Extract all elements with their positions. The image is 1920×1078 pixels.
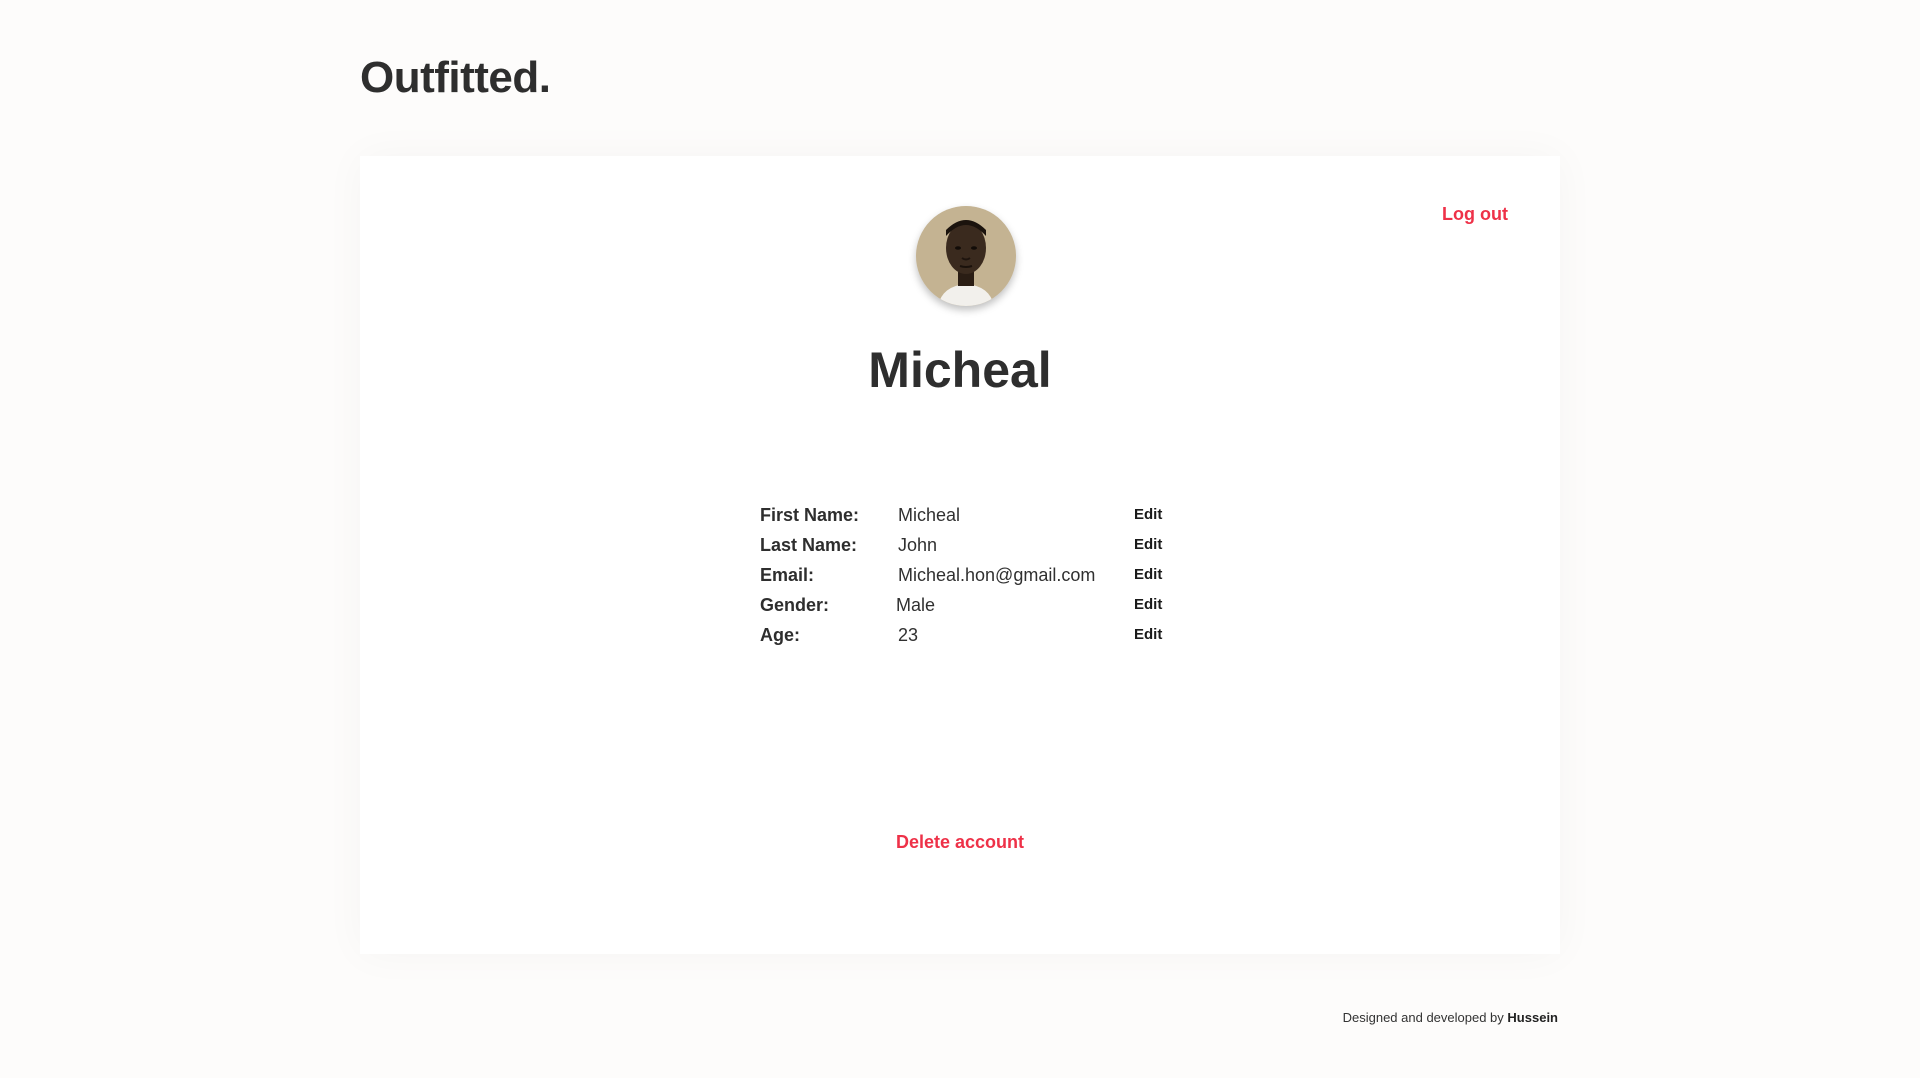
brand-logo[interactable]: Outfitted. — [360, 50, 551, 106]
field-label: Age: — [760, 625, 800, 645]
field-row-age: Age: 23 Edit — [760, 620, 1180, 650]
avatar — [916, 206, 1016, 306]
field-label: Email: — [760, 565, 815, 585]
field-value: John — [898, 535, 938, 555]
field-row-gender: Gender: Male Edit — [760, 590, 1180, 620]
profile-fields: First Name: Micheal Edit Last Name: John… — [760, 500, 1180, 650]
field-label: First Name: — [760, 505, 860, 525]
edit-email-button[interactable]: Edit — [1134, 560, 1162, 590]
field-row-first-name: First Name: Micheal Edit — [760, 500, 1180, 530]
field-value: Micheal.hon@gmail.com — [898, 565, 1096, 585]
field-value: Male — [896, 595, 936, 615]
profile-card: Log out Micheal First Name: Micheal Edit… — [360, 156, 1560, 954]
field-row-last-name: Last Name: John Edit — [760, 530, 1180, 560]
edit-age-button[interactable]: Edit — [1134, 620, 1162, 650]
avatar-photo — [916, 206, 1016, 306]
field-label: Last Name: — [760, 535, 858, 555]
edit-last-name-button[interactable]: Edit — [1134, 530, 1162, 560]
delete-account-button[interactable]: Delete account — [896, 832, 1024, 852]
field-row-email: Email: Micheal.hon@gmail.com Edit — [760, 560, 1180, 590]
edit-first-name-button[interactable]: Edit — [1134, 500, 1162, 530]
footer-author: Hussein — [1507, 1010, 1558, 1025]
logout-link[interactable]: Log out — [1442, 204, 1508, 225]
footer-text: Designed and developed by — [1342, 1010, 1504, 1025]
profile-name-heading: Micheal — [868, 342, 1052, 398]
edit-gender-button[interactable]: Edit — [1134, 590, 1162, 620]
footer-credit: Designed and developed by Hussein — [1343, 1010, 1558, 1025]
field-value: 23 — [898, 625, 919, 645]
delete-account-container: Delete account — [360, 832, 1560, 853]
field-label: Gender: — [760, 595, 830, 615]
field-value: Micheal — [898, 505, 961, 525]
